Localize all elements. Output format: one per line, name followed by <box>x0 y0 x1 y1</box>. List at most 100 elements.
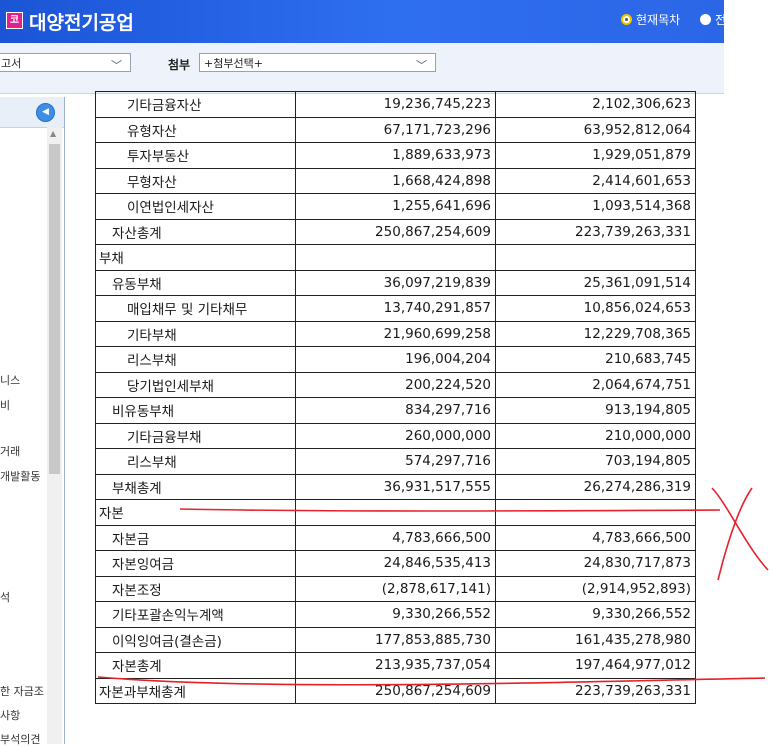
row-label: 무형자산 <box>95 167 296 194</box>
prior-period-value: 223,739,263,331 <box>495 677 696 704</box>
row-label: 기타부채 <box>95 320 296 347</box>
prior-period-value <box>495 244 696 271</box>
document-viewer: 기타금융자산 19,236,745,223 2,102,306,623 유형자산 67,… <box>75 91 722 744</box>
prior-period-value: 2,414,601,653 <box>495 167 696 194</box>
prior-period-value: 4,783,666,500 <box>495 524 696 551</box>
prior-period-value: 26,274,286,319 <box>495 473 696 500</box>
row-label: 자본잉여금 <box>95 550 296 577</box>
table-row: 자본금 4,783,666,500 4,783,666,500 <box>95 524 696 551</box>
prior-period-value: 2,102,306,623 <box>495 91 696 118</box>
current-period-value: 19,236,745,223 <box>295 91 496 118</box>
current-period-value: (2,878,617,141) <box>295 575 496 602</box>
sidebar-item[interactable]: 개발활동 <box>0 468 47 484</box>
current-period-value: 260,000,000 <box>295 422 496 449</box>
current-period-value: 834,297,716 <box>295 397 496 424</box>
prior-period-value: 1,093,514,368 <box>495 193 696 220</box>
current-period-value: 1,668,424,898 <box>295 167 496 194</box>
prior-period-value: 63,952,812,064 <box>495 116 696 143</box>
row-label: 유동부채 <box>95 269 296 296</box>
sidebar-item[interactable]: 니스 <box>0 372 47 388</box>
table-row: 기타포괄손익누계액 9,330,266,552 9,330,266,552 <box>95 601 696 628</box>
current-period-value: 36,931,517,555 <box>295 473 496 500</box>
table-row: 자본총계 213,935,737,054 197,464,977,012 <box>95 652 696 679</box>
collapse-left-icon[interactable]: ◀ <box>36 103 55 122</box>
current-period-value: 177,853,885,730 <box>295 626 496 653</box>
row-label: 부채총계 <box>95 473 296 500</box>
current-period-value: 196,004,204 <box>295 346 496 373</box>
current-period-value: 213,935,737,054 <box>295 652 496 679</box>
sidebar-item[interactable]: 사항 <box>0 707 47 723</box>
prior-period-value: 197,464,977,012 <box>495 652 696 679</box>
table-row: 기타금융자산 19,236,745,223 2,102,306,623 <box>95 91 696 118</box>
balance-sheet-table: 기타금융자산 19,236,745,223 2,102,306,623 유형자산 67,… <box>95 91 696 704</box>
row-label: 부채 <box>95 244 296 271</box>
current-period-value: 200,224,520 <box>295 371 496 398</box>
row-label: 자본총계 <box>95 652 296 679</box>
prior-period-value: 24,830,717,873 <box>495 550 696 577</box>
row-label: 이연법인세자산 <box>95 193 296 220</box>
row-label: 자본조정 <box>95 575 296 602</box>
current-period-value: 4,783,666,500 <box>295 524 496 551</box>
current-period-value: 67,171,723,296 <box>295 116 496 143</box>
prior-period-value: 210,000,000 <box>495 422 696 449</box>
table-row: 매입채무 및 기타채무 13,740,291,857 10,856,024,653 <box>95 295 696 322</box>
current-period-value: 574,297,716 <box>295 448 496 475</box>
prior-period-value: 1,929,051,879 <box>495 142 696 169</box>
table-row: 부채 <box>95 244 696 271</box>
attach-select[interactable]: +첨부선택+ ﹀ <box>199 53 436 72</box>
row-label: 리스부채 <box>95 448 296 475</box>
sidebar-item[interactable]: 거래 <box>0 443 47 459</box>
current-period-value <box>295 499 496 526</box>
row-label: 자산총계 <box>95 218 296 245</box>
current-period-value: 1,255,641,696 <box>295 193 496 220</box>
sidebar-item[interactable]: 비 <box>0 397 47 413</box>
row-label: 비유동부채 <box>95 397 296 424</box>
prior-period-value: 10,856,024,653 <box>495 295 696 322</box>
row-label: 자본금 <box>95 524 296 551</box>
row-label: 당기법인세부채 <box>95 371 296 398</box>
x-mark-stroke-2 <box>717 487 753 581</box>
sidebar-scroll-thumb[interactable] <box>49 144 60 474</box>
prior-period-value: 223,739,263,331 <box>495 218 696 245</box>
table-row: 유형자산 67,171,723,296 63,952,812,064 <box>95 116 696 143</box>
prior-period-value: 9,330,266,552 <box>495 601 696 628</box>
prior-period-value: 2,064,674,751 <box>495 371 696 398</box>
toc-radio-all[interactable]: 전 <box>700 11 726 27</box>
table-row: 당기법인세부채 200,224,520 2,064,674,751 <box>95 371 696 398</box>
row-label: 매입채무 및 기타채무 <box>95 295 296 322</box>
prior-period-value: (2,914,952,893) <box>495 575 696 602</box>
row-label: 자본 <box>95 499 296 526</box>
table-row: 자본조정 (2,878,617,141) (2,914,952,893) <box>95 575 696 602</box>
table-row: 무형자산 1,668,424,898 2,414,601,653 <box>95 167 696 194</box>
current-period-value: 250,867,254,609 <box>295 218 496 245</box>
row-label: 기타금융부채 <box>95 422 296 449</box>
radio-selected-icon <box>621 13 632 25</box>
table-row: 자본과부채총계 250,867,254,609 223,739,263,331 <box>95 677 696 704</box>
table-row: 기타금융부채 260,000,000 210,000,000 <box>95 422 696 449</box>
attach-label: 첨부 <box>168 58 191 72</box>
table-row: 부채총계 36,931,517,555 26,274,286,319 <box>95 473 696 500</box>
table-row: 이익잉여금(결손금) 177,853,885,730 161,435,278,980 <box>95 626 696 653</box>
table-row: 비유동부채 834,297,716 913,194,805 <box>95 397 696 424</box>
toolbar: 고서 ﹀ 첨부 +첨부선택+ ﹀ <box>0 43 724 94</box>
toc-radio-current[interactable]: 현재목차 <box>621 11 680 27</box>
chevron-down-icon: ﹀ <box>111 59 122 72</box>
row-label: 이익잉여금(결손금) <box>95 626 296 653</box>
row-label: 자본과부채총계 <box>95 677 296 704</box>
sidebar-item[interactable]: 부석의견 <box>0 731 47 747</box>
sidebar-item[interactable]: 한 자금조 <box>0 683 47 699</box>
report-select[interactable]: 고서 ﹀ <box>0 53 131 72</box>
radio-unselected-icon <box>700 13 711 25</box>
row-label: 기타포괄손익누계액 <box>95 601 296 628</box>
scroll-up-icon[interactable]: ▲ <box>50 129 56 138</box>
row-label: 투자부동산 <box>95 142 296 169</box>
current-period-value <box>295 244 496 271</box>
current-period-value: 250,867,254,609 <box>295 677 496 704</box>
prior-period-value: 161,435,278,980 <box>495 626 696 653</box>
table-row: 기타부채 21,960,699,258 12,229,708,365 <box>95 320 696 347</box>
app-header: 코 대양전기공업 현재목차 전 <box>0 0 726 43</box>
report-select-value: 고서 <box>1 57 22 70</box>
current-period-value: 24,846,535,413 <box>295 550 496 577</box>
sidebar-item[interactable]: 석 <box>0 589 47 605</box>
table-row: 자본 <box>95 499 696 526</box>
